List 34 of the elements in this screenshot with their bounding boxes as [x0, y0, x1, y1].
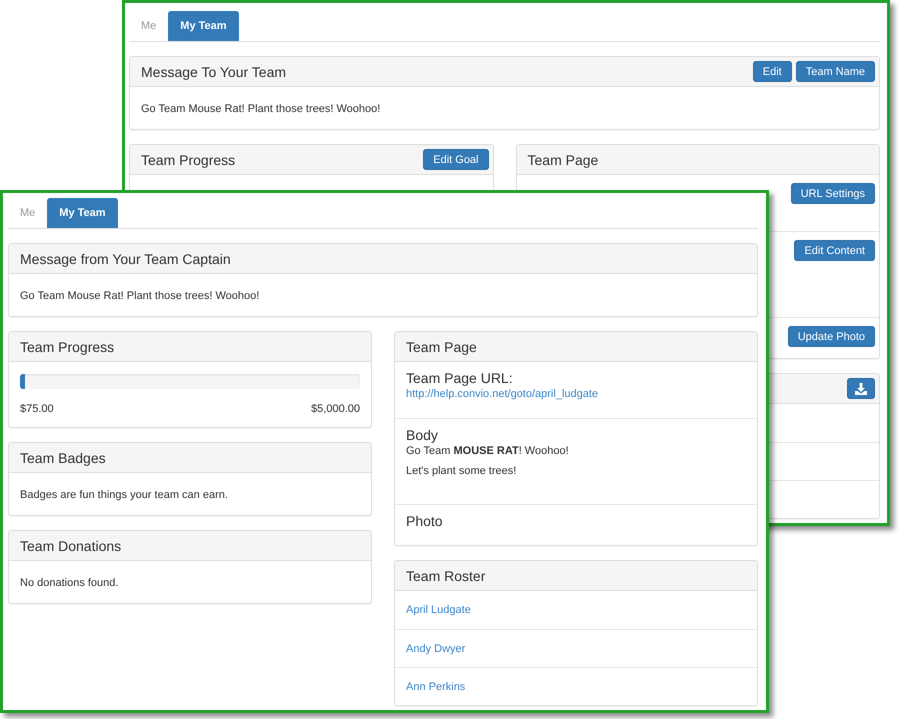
action-button[interactable]: URL Settings — [790, 183, 875, 204]
section-heading: Photo — [406, 513, 443, 529]
panel-title: Team Progress — [20, 338, 114, 354]
message-text: Go Team Mouse Rat! Plant those trees! Woohoo! — [141, 103, 380, 115]
tab[interactable]: My Team — [168, 11, 239, 41]
tab[interactable]: Me — [129, 11, 168, 41]
body-paragraph: Go Team MOUSE RAT! Woohoo! — [406, 445, 569, 457]
section-heading: Team Page URL: — [406, 370, 513, 386]
action-button[interactable]: Edit Goal — [423, 149, 488, 170]
panel-title: Team Progress — [141, 152, 236, 168]
panel-title: Team Badges — [20, 450, 106, 466]
action-button[interactable]: Team Name — [796, 61, 875, 82]
panel-title: Message To Your Team — [141, 64, 286, 80]
panel-text: No donations found. — [20, 577, 118, 589]
panel-title: Team Page — [528, 152, 598, 168]
panel-title: Team Roster — [406, 568, 486, 584]
body-paragraph: Let's plant some trees! — [406, 465, 516, 477]
member-link[interactable]: Ann Perkins — [406, 680, 466, 692]
panel-text: Badges are fun things your team can earn. — [20, 489, 228, 501]
tab[interactable]: Me — [8, 198, 48, 228]
tab[interactable]: My Team — [47, 198, 118, 228]
action-button[interactable]: Update Photo — [788, 326, 875, 347]
panel-title: Message from Your Team Captain — [20, 250, 231, 266]
member-link[interactable]: Andy Dwyer — [406, 642, 466, 654]
panel-title: Team Donations — [20, 538, 122, 554]
action-button[interactable]: Edit — [752, 61, 792, 82]
raised-amount: $75.00 — [20, 403, 54, 415]
goal-amount: $5,000.00 — [311, 403, 360, 415]
member-link[interactable]: April Ludgate — [406, 604, 471, 616]
panel-title: Team Page — [406, 338, 477, 354]
section-heading: Body — [406, 427, 438, 443]
message-text: Go Team Mouse Rat! Plant those trees! Woohoo! — [20, 290, 260, 302]
team-page-link[interactable]: http://help.convio.net/goto/april_ludgate — [406, 388, 598, 400]
action-button[interactable]: Edit Content — [794, 240, 875, 261]
